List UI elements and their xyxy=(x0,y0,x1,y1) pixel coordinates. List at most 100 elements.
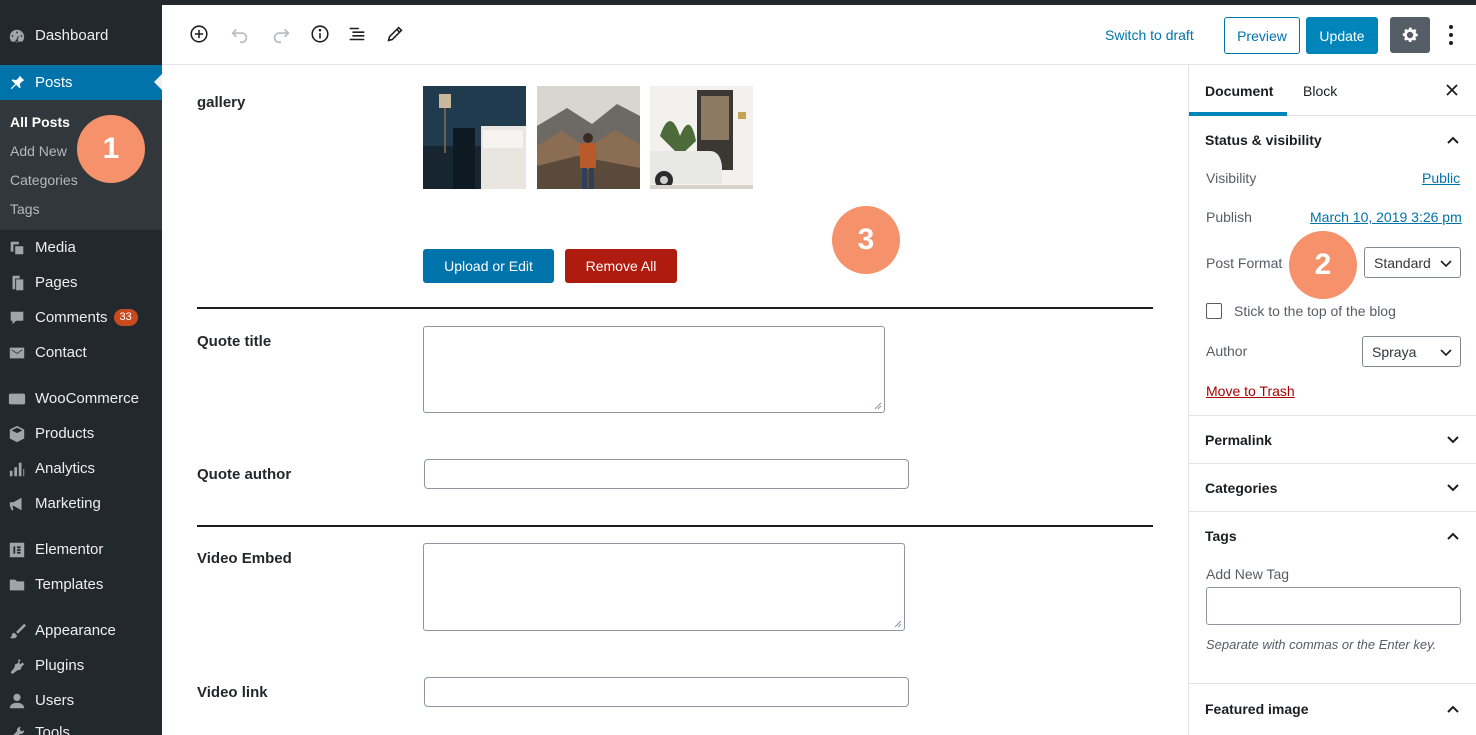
menu-tools[interactable]: Tools xyxy=(0,718,162,735)
quote-author-label: Quote author xyxy=(197,466,292,483)
quote-title-textarea[interactable] xyxy=(423,326,885,413)
section-divider xyxy=(197,307,1153,309)
menu-templates-label: Templates xyxy=(35,576,104,593)
tags-heading[interactable]: Tags xyxy=(1205,528,1237,544)
video-link-input[interactable] xyxy=(424,677,909,707)
close-icon[interactable] xyxy=(1443,81,1461,99)
active-tab-indicator xyxy=(1189,112,1287,116)
annotation-marker-1: 1 xyxy=(77,115,145,183)
menu-products[interactable]: Products xyxy=(0,416,162,451)
quote-title-label: Quote title xyxy=(197,333,272,350)
gallery-label: gallery xyxy=(197,94,246,111)
categories-heading[interactable]: Categories xyxy=(1205,480,1277,496)
author-select[interactable]: Spraya xyxy=(1362,336,1461,367)
chevron-up-icon[interactable] xyxy=(1446,133,1460,147)
menu-posts-label: Posts xyxy=(35,74,73,91)
update-button[interactable]: Update xyxy=(1306,17,1378,54)
add-block-icon[interactable] xyxy=(187,22,211,46)
top-strip xyxy=(162,0,1476,5)
menu-users-label: Users xyxy=(35,692,75,709)
remove-all-button[interactable]: Remove All xyxy=(565,249,677,283)
status-visibility-heading[interactable]: Status & visibility xyxy=(1205,132,1322,148)
dashboard-icon xyxy=(7,26,27,46)
resize-grip-icon xyxy=(894,620,902,628)
comments-icon xyxy=(7,308,27,328)
edit-icon[interactable] xyxy=(383,22,407,46)
brush-icon xyxy=(7,621,27,641)
switch-to-draft-button[interactable]: Switch to draft xyxy=(1105,27,1194,43)
undo-icon[interactable] xyxy=(228,22,252,46)
menu-elementor[interactable]: Elementor xyxy=(0,532,162,567)
menu-templates[interactable]: Templates xyxy=(0,567,162,602)
menu-dashboard[interactable]: Dashboard xyxy=(0,18,162,53)
box-icon xyxy=(7,424,27,444)
woocommerce-icon xyxy=(7,389,27,409)
pin-icon xyxy=(7,73,27,93)
redo-icon[interactable] xyxy=(269,22,293,46)
gallery-image[interactable] xyxy=(423,86,526,189)
submenu-add-new[interactable]: Add New xyxy=(10,143,67,159)
post-format-label: Post Format xyxy=(1206,255,1283,271)
outline-icon[interactable] xyxy=(345,22,369,46)
gallery-image[interactable] xyxy=(650,86,753,189)
video-embed-label: Video Embed xyxy=(197,550,292,567)
post-format-value: Standard xyxy=(1374,254,1431,271)
gallery-image[interactable] xyxy=(537,86,640,189)
info-icon[interactable] xyxy=(308,22,332,46)
menu-tools-label: Tools xyxy=(35,724,71,735)
quote-author-input[interactable] xyxy=(424,459,909,489)
menu-pages[interactable]: Pages xyxy=(0,265,162,300)
section-divider xyxy=(197,525,1153,527)
elementor-icon xyxy=(7,540,27,560)
menu-woocommerce[interactable]: WooCommerce xyxy=(0,381,162,416)
featured-image-heading[interactable]: Featured image xyxy=(1205,701,1308,717)
visibility-label: Visibility xyxy=(1206,170,1257,186)
bar-chart-icon xyxy=(7,459,27,479)
menu-woocommerce-label: WooCommerce xyxy=(35,390,139,407)
video-embed-textarea[interactable] xyxy=(423,543,905,631)
panel-divider xyxy=(1189,415,1476,416)
menu-appearance[interactable]: Appearance xyxy=(0,613,162,648)
chevron-up-icon[interactable] xyxy=(1446,702,1460,716)
permalink-heading[interactable]: Permalink xyxy=(1205,432,1272,448)
chevron-up-icon[interactable] xyxy=(1446,529,1460,543)
menu-plugins[interactable]: Plugins xyxy=(0,648,162,683)
add-tag-input[interactable] xyxy=(1206,587,1461,625)
menu-users[interactable]: Users xyxy=(0,683,162,718)
settings-button[interactable] xyxy=(1390,17,1430,53)
menu-media-label: Media xyxy=(35,239,76,256)
menu-contact[interactable]: Contact xyxy=(0,335,162,370)
publish-date-link[interactable]: March 10, 2019 3:26 pm xyxy=(1310,209,1462,225)
post-format-select[interactable]: Standard xyxy=(1364,247,1461,278)
preview-button[interactable]: Preview xyxy=(1224,17,1300,54)
visibility-link[interactable]: Public xyxy=(1422,170,1460,186)
submenu-tags[interactable]: Tags xyxy=(10,201,40,217)
tab-document[interactable]: Document xyxy=(1205,83,1273,99)
more-menu-button[interactable] xyxy=(1440,22,1462,48)
submenu-all-posts[interactable]: All Posts xyxy=(10,114,70,130)
menu-dashboard-label: Dashboard xyxy=(35,27,109,44)
menu-comments[interactable]: Comments 33 xyxy=(0,300,162,335)
publish-label: Publish xyxy=(1206,209,1252,225)
menu-marketing[interactable]: Marketing xyxy=(0,486,162,521)
annotation-marker-2: 2 xyxy=(1289,231,1357,299)
chevron-down-icon xyxy=(1440,260,1452,268)
sticky-checkbox[interactable] xyxy=(1206,303,1222,319)
megaphone-icon xyxy=(7,494,27,514)
plug-icon xyxy=(7,656,27,676)
tab-block[interactable]: Block xyxy=(1303,83,1337,99)
tag-help-text: Separate with commas or the Enter key. xyxy=(1206,637,1437,652)
move-to-trash-link[interactable]: Move to Trash xyxy=(1206,383,1295,399)
annotation-marker-3: 3 xyxy=(832,206,900,274)
media-icon xyxy=(7,238,27,258)
menu-media[interactable]: Media xyxy=(0,230,162,265)
chevron-down-icon[interactable] xyxy=(1446,433,1460,447)
submenu-categories[interactable]: Categories xyxy=(10,172,78,188)
menu-contact-label: Contact xyxy=(35,344,87,361)
upload-or-edit-button[interactable]: Upload or Edit xyxy=(423,249,554,283)
chevron-down-icon[interactable] xyxy=(1446,481,1460,495)
menu-posts[interactable]: Posts xyxy=(0,65,162,100)
menu-analytics-label: Analytics xyxy=(35,460,96,477)
panel-divider xyxy=(1189,511,1476,512)
menu-analytics[interactable]: Analytics xyxy=(0,451,162,486)
